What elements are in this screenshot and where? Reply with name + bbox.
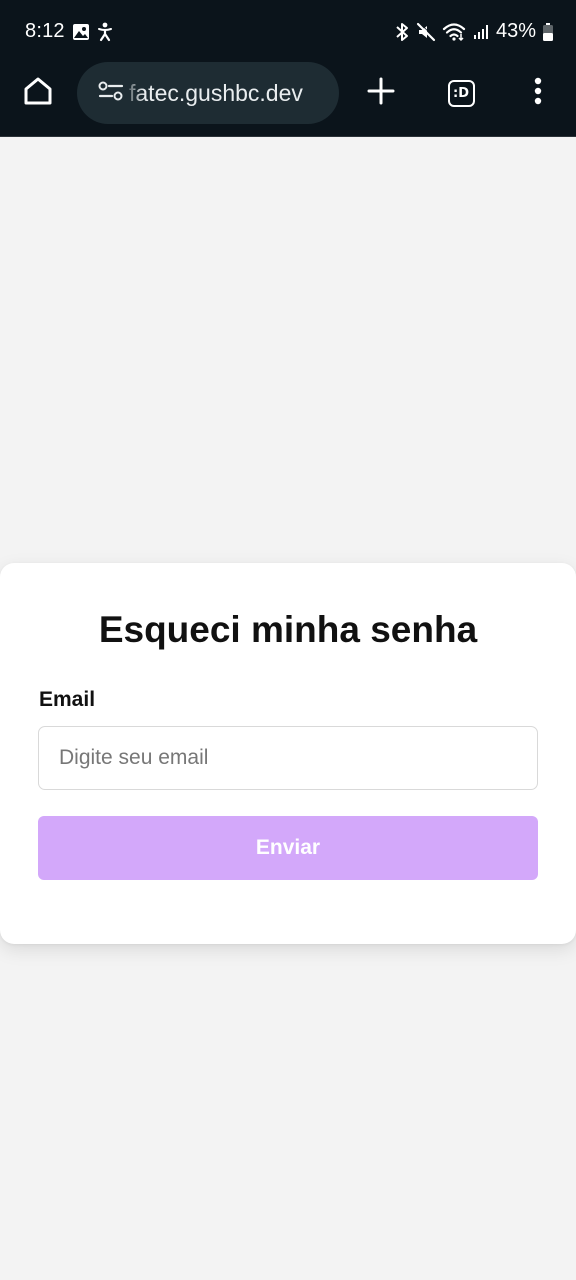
plus-icon	[366, 76, 396, 111]
mute-icon	[416, 21, 436, 42]
browser-toolbar: fatec.gushbc.dev :D	[0, 62, 576, 137]
accessibility-icon	[96, 22, 114, 42]
gallery-icon	[72, 23, 90, 41]
bluetooth-icon	[394, 22, 410, 42]
site-settings-button[interactable]	[77, 79, 129, 108]
status-right-icons: 43%	[394, 20, 554, 43]
battery-percentage: 43%	[495, 20, 536, 42]
forgot-password-card: Esqueci minha senha Email Enviar	[0, 563, 576, 944]
tab-switcher-label: :D	[453, 85, 469, 101]
email-label: Email	[39, 688, 96, 711]
new-tab-button[interactable]	[357, 62, 405, 124]
home-button[interactable]	[14, 62, 62, 124]
submit-button[interactable]: Enviar	[38, 816, 538, 880]
email-field[interactable]	[38, 726, 538, 790]
tune-icon	[97, 79, 125, 108]
home-icon	[22, 75, 54, 112]
url-text: fatec.gushbc.dev	[129, 79, 303, 106]
wifi-icon	[442, 22, 466, 42]
battery-icon	[542, 22, 554, 42]
status-time: 8:12	[25, 20, 65, 42]
signal-icon	[472, 23, 490, 41]
address-bar[interactable]: fatec.gushbc.dev	[77, 62, 339, 124]
tab-switcher-icon: :D	[447, 79, 475, 107]
status-bar: 8:12 43%	[0, 0, 576, 62]
status-left-icons	[72, 22, 114, 42]
more-vert-icon	[533, 76, 543, 111]
page-title: Esqueci minha senha	[98, 609, 478, 650]
tab-switcher-button[interactable]: :D	[437, 62, 485, 124]
overflow-menu-button[interactable]	[516, 62, 560, 124]
